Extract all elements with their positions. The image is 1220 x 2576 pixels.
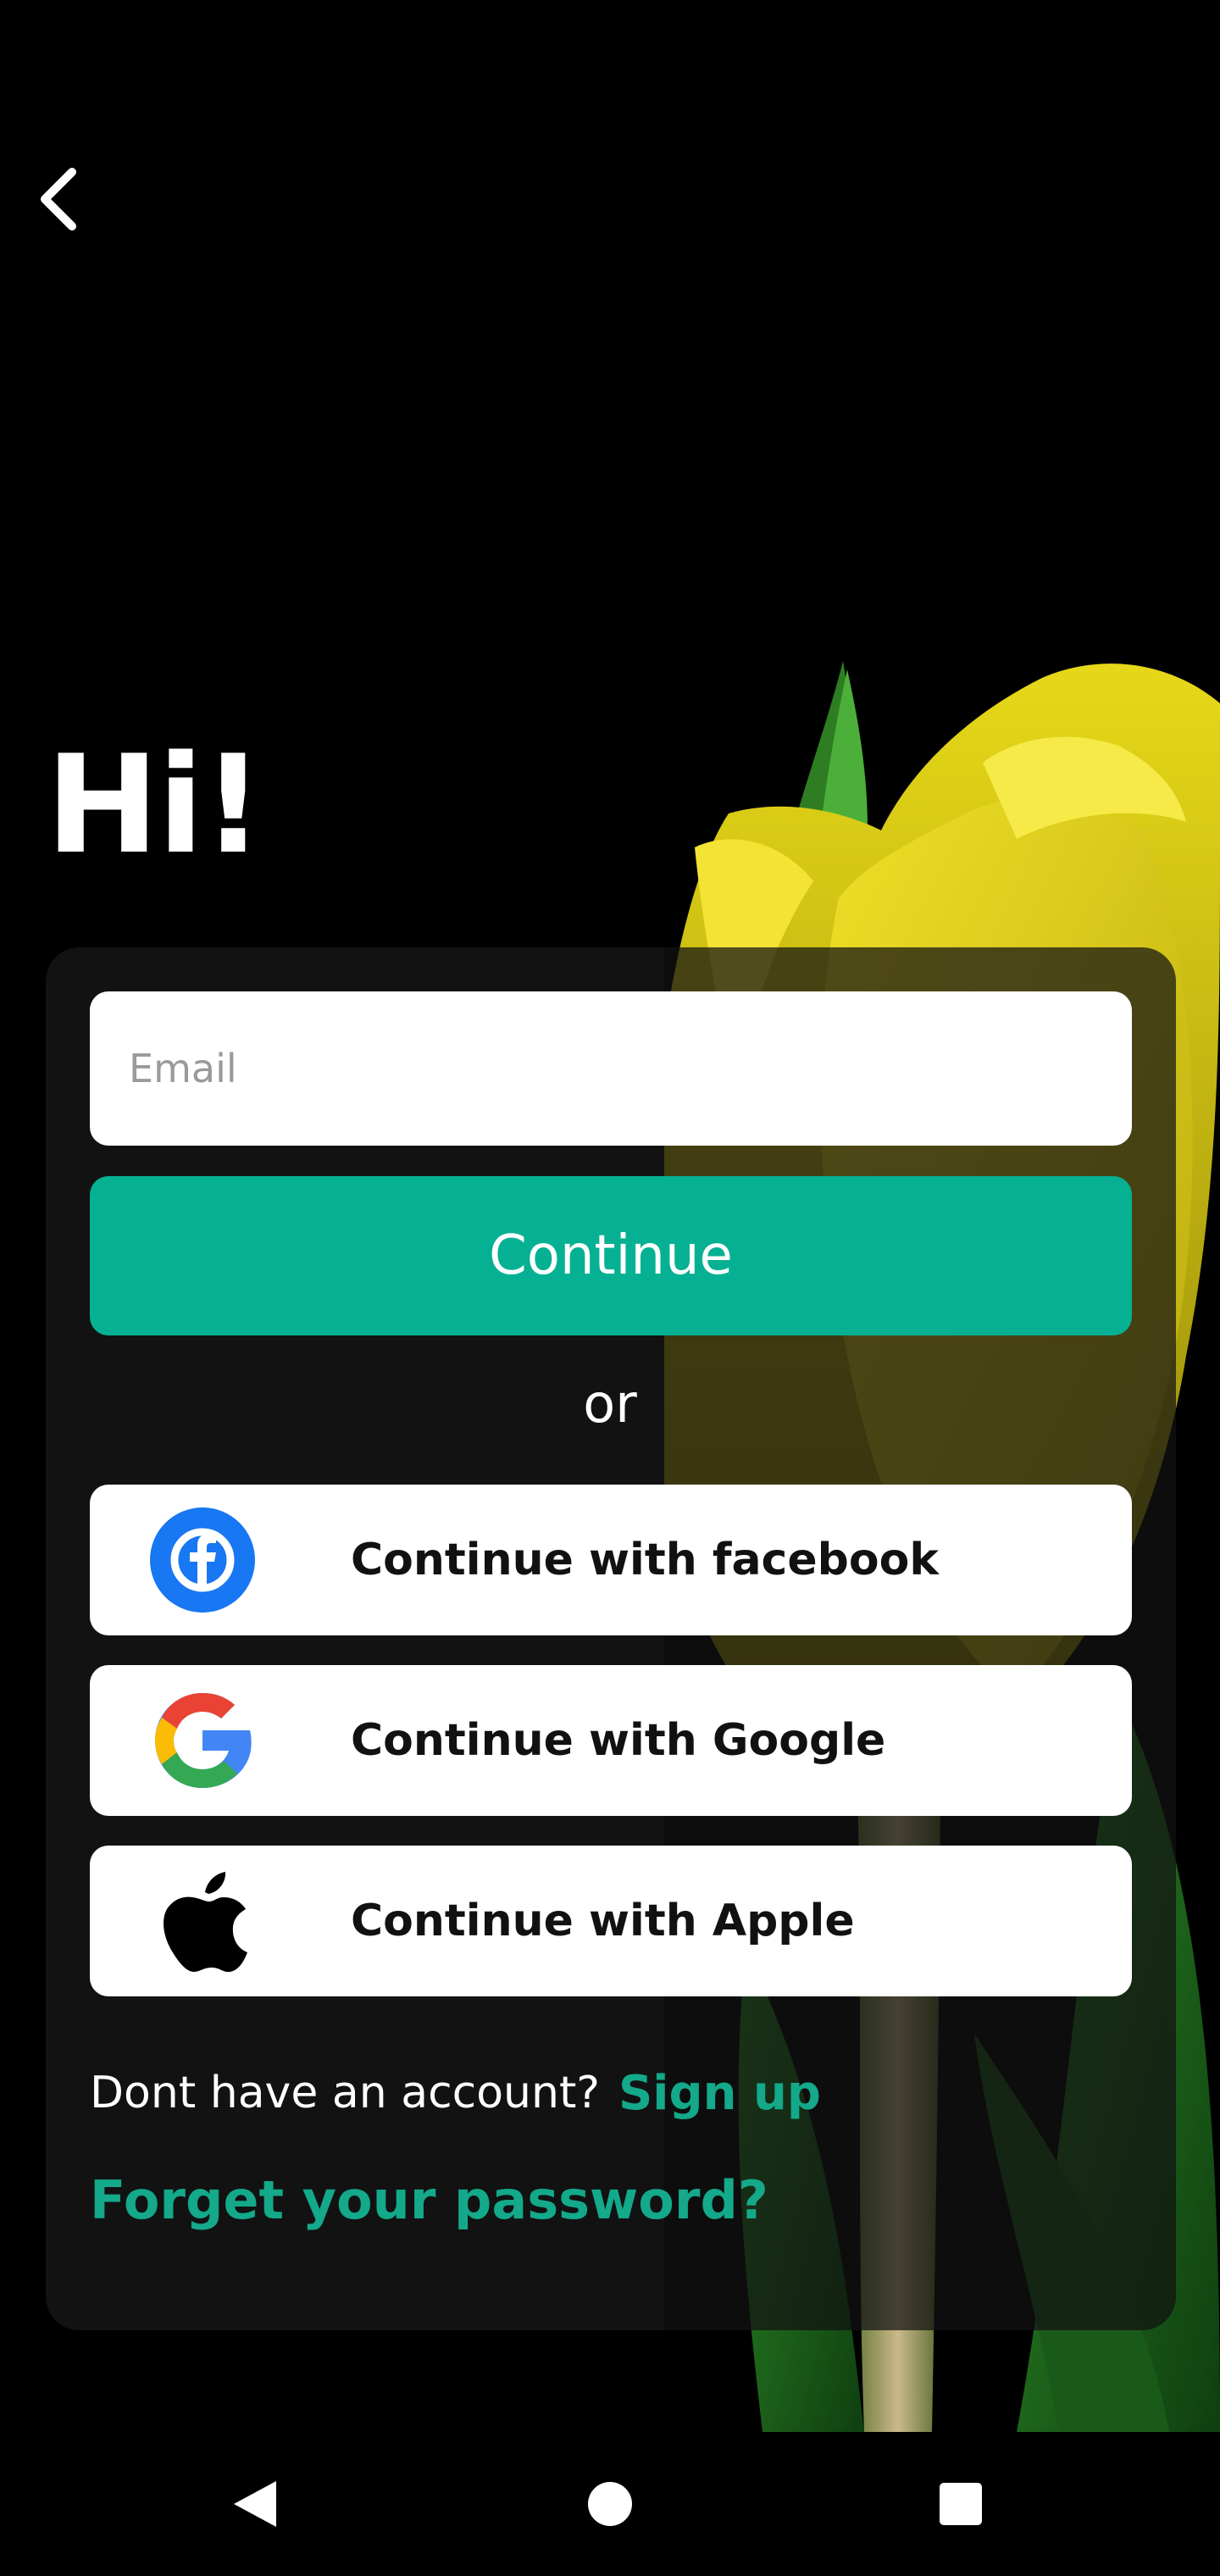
email-field[interactable] <box>90 991 1132 1146</box>
apple-button-label: Continue with Apple <box>351 1896 855 1946</box>
login-screen: Hi! Continue or Continue with facebook <box>0 0 1220 2576</box>
back-button[interactable] <box>20 161 97 237</box>
home-circle-icon <box>588 2482 632 2526</box>
system-nav-bar <box>0 2432 1220 2576</box>
back-triangle-icon <box>234 2481 276 2527</box>
divider-label: or <box>583 1373 637 1435</box>
google-login-button[interactable]: Continue with Google <box>90 1665 1132 1816</box>
nav-home-button[interactable] <box>576 2470 644 2538</box>
email-input[interactable] <box>127 991 1095 1146</box>
recents-square-icon <box>940 2483 982 2525</box>
signup-link[interactable]: Sign up <box>618 2066 821 2121</box>
facebook-icon <box>149 1507 256 1613</box>
nav-back-button[interactable] <box>220 2470 288 2538</box>
google-button-label: Continue with Google <box>351 1715 886 1766</box>
facebook-login-button[interactable]: Continue with facebook <box>90 1485 1132 1635</box>
apple-icon <box>149 1868 256 1974</box>
signup-prompt: Dont have an account? <box>90 2068 600 2118</box>
continue-button[interactable]: Continue <box>90 1176 1132 1335</box>
signup-row: Dont have an account? Sign up <box>90 2059 821 2127</box>
apple-login-button[interactable]: Continue with Apple <box>90 1846 1132 1996</box>
forgot-password-link[interactable]: Forget your password? <box>90 2169 768 2231</box>
chevron-left-icon <box>41 168 76 230</box>
google-icon <box>149 1687 256 1794</box>
page-title: Hi! <box>46 725 264 884</box>
nav-recents-button[interactable] <box>927 2470 995 2538</box>
facebook-button-label: Continue with facebook <box>351 1535 939 1585</box>
